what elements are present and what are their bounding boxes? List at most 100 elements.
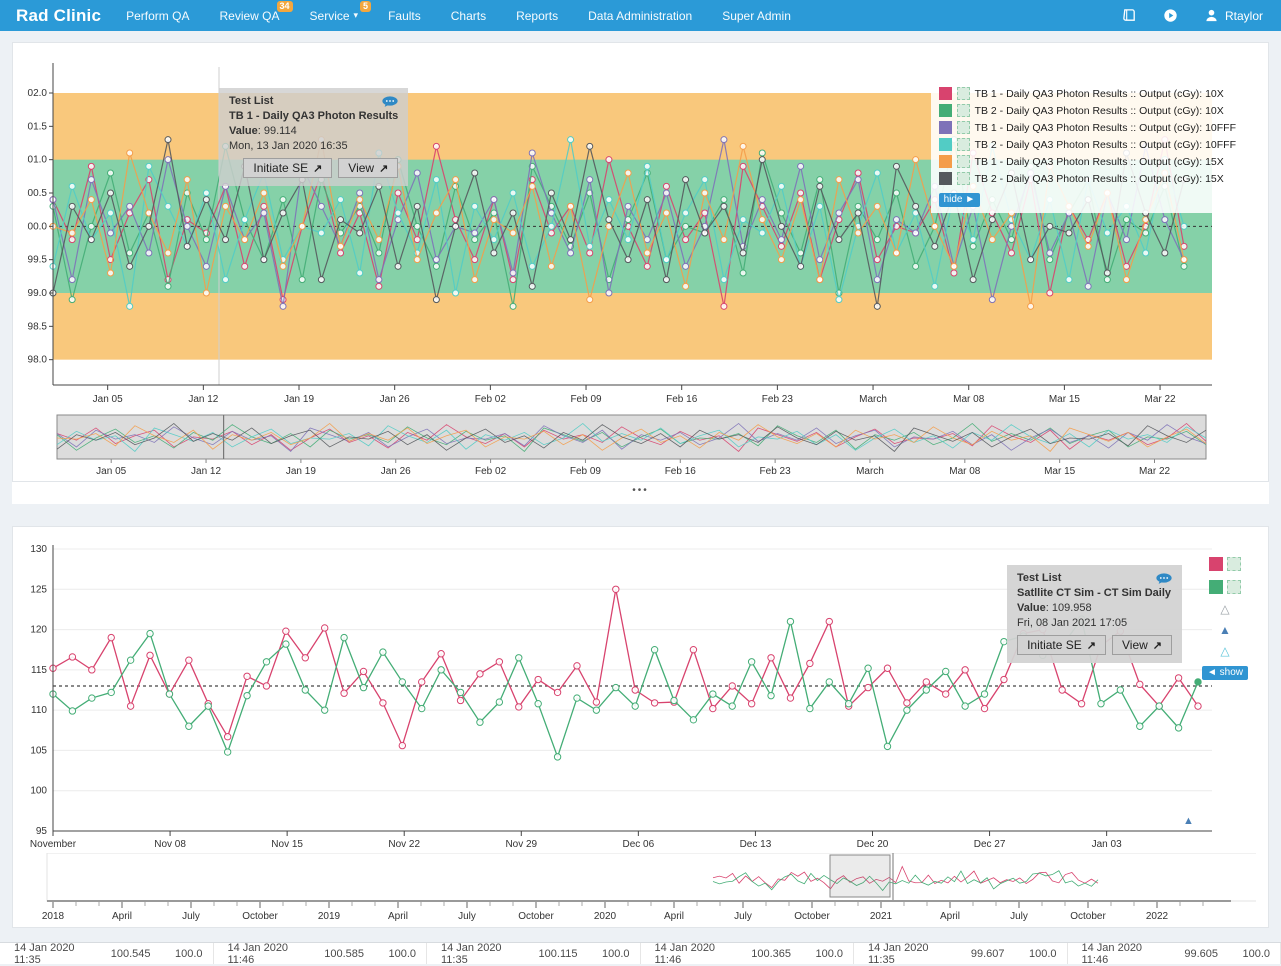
ticker-ref-value: 100.0 [791, 948, 843, 960]
series-color-swatch [1209, 580, 1223, 594]
main-menu: Perform QAReview QA34Service▾5FaultsChar… [111, 0, 806, 31]
ticker-datetime: 14 Jan 2020 11:35 [868, 942, 943, 966]
app-brand[interactable]: Rad Clinic [10, 6, 111, 26]
svg-text:Feb 23: Feb 23 [762, 394, 794, 405]
chart1-legend: TB 1 - Daily QA3 Photon Results :: Outpu… [931, 81, 1244, 213]
ticker-value: 100.365 [729, 948, 791, 960]
tolerance-swatch [957, 172, 970, 185]
svg-text:115: 115 [31, 665, 47, 676]
chart2-legend-collapsed: △ ▲ △ ◄ show [1202, 557, 1248, 680]
svg-text:2022: 2022 [1146, 911, 1169, 922]
svg-text:Feb 09: Feb 09 [570, 466, 602, 477]
qa-chart-1-navigator[interactable]: Jan 05Jan 12Jan 19Jan 26Feb 02Feb 09Feb … [27, 413, 1256, 477]
view-button[interactable]: View↗ [1112, 635, 1172, 655]
series-color-swatch [1209, 557, 1223, 571]
ticker-ref-value: 100.0 [1218, 948, 1270, 960]
nav-item-faults[interactable]: Faults [373, 0, 436, 31]
tolerance-swatch [957, 104, 970, 117]
ticker-result-cell[interactable]: 14 Jan 2020 11:46100.365100.0 [641, 943, 855, 964]
nav-item-service[interactable]: Service▾5 [295, 0, 374, 31]
triangle-marker-icon[interactable]: △ [1220, 645, 1229, 657]
play-circle-icon[interactable] [1163, 8, 1178, 23]
legend-item-collapsed[interactable] [1209, 580, 1241, 594]
series-color-swatch [939, 104, 952, 117]
nav-item-perform-qa[interactable]: Perform QA [111, 0, 204, 31]
legend-hide-button[interactable]: hide ► [939, 193, 981, 207]
svg-text:Jan 19: Jan 19 [286, 466, 316, 477]
view-button[interactable]: View↗ [338, 158, 398, 178]
nav-item-reports[interactable]: Reports [501, 0, 573, 31]
legend-label: TB 2 - Daily QA3 Photon Results :: Outpu… [975, 173, 1224, 185]
series-color-swatch [939, 87, 952, 100]
book-icon[interactable] [1122, 8, 1137, 23]
nav-item-super-admin[interactable]: Super Admin [707, 0, 806, 31]
legend-label: TB 1 - Daily QA3 Photon Results :: Outpu… [975, 122, 1236, 134]
legend-item[interactable]: TB 2 - Daily QA3 Photon Results :: Outpu… [939, 104, 1236, 117]
ticker-result-cell[interactable]: 14 Jan 2020 11:3599.607100.0 [854, 943, 1068, 964]
tooltip-test-name: TB 1 - Daily QA3 Photon Results [229, 110, 398, 122]
nav-item-review-qa[interactable]: Review QA34 [204, 0, 294, 31]
svg-text:Dec 13: Dec 13 [740, 839, 772, 849]
ticker-datetime: 14 Jan 2020 11:35 [14, 942, 89, 966]
svg-text:Mar 15: Mar 15 [1044, 466, 1076, 477]
svg-text:101.5: 101.5 [27, 121, 47, 132]
triangle-marker-icon[interactable]: ▲ [1219, 624, 1231, 636]
ticker-datetime: 14 Jan 2020 11:46 [1082, 942, 1157, 966]
tooltip-test-name: Satllite CT Sim - CT Sim Daily [1017, 587, 1172, 599]
svg-text:Jan 05: Jan 05 [96, 466, 126, 477]
comment-icon[interactable] [382, 96, 398, 107]
panel-resize-handle[interactable]: ••• [12, 482, 1269, 504]
legend-show-button[interactable]: ◄ show [1202, 666, 1248, 680]
legend-item[interactable]: TB 2 - Daily QA3 Photon Results :: Outpu… [939, 138, 1236, 151]
initiate-se-button[interactable]: Initiate SE↗ [1017, 635, 1106, 655]
qa-chart-2-navigator[interactable]: 2018AprilJulyOctober2019AprilJulyOctober… [27, 853, 1256, 923]
user-menu[interactable]: Rtaylor [1204, 8, 1263, 23]
ticker-result-cell[interactable]: 14 Jan 2020 11:46100.585100.0 [214, 943, 428, 964]
qa-trend-card-1: 102.0101.5101.0100.5100.099.599.098.598.… [12, 42, 1269, 482]
svg-text:Feb 09: Feb 09 [570, 394, 602, 405]
ticker-datetime: 14 Jan 2020 11:46 [655, 942, 730, 966]
legend-item-collapsed[interactable] [1209, 557, 1241, 571]
triangle-marker-icon[interactable]: △ [1220, 603, 1229, 615]
legend-item[interactable]: TB 1 - Daily QA3 Photon Results :: Outpu… [939, 121, 1236, 134]
svg-text:April: April [940, 911, 960, 922]
svg-text:100.5: 100.5 [27, 188, 47, 199]
svg-text:November: November [30, 839, 77, 849]
tooltip-title: Test List [1017, 572, 1061, 584]
initiate-se-button[interactable]: Initiate SE↗ [243, 158, 332, 178]
ticker-datetime: 14 Jan 2020 11:35 [441, 942, 516, 966]
results-ticker-bar: 14 Jan 2020 11:35100.545100.014 Jan 2020… [0, 942, 1281, 964]
legend-item[interactable]: TB 1 - Daily QA3 Photon Results :: Outpu… [939, 87, 1236, 100]
scroll-corner-triangle-icon[interactable]: ▲ [1183, 815, 1194, 827]
ticker-ref-value: 100.0 [151, 948, 203, 960]
svg-text:Feb 16: Feb 16 [665, 466, 697, 477]
tolerance-swatch [1227, 557, 1241, 571]
ticker-result-cell[interactable]: 14 Jan 2020 11:35100.115100.0 [427, 943, 641, 964]
legend-item[interactable]: TB 2 - Daily QA3 Photon Results :: Outpu… [939, 172, 1236, 185]
series-color-swatch [939, 121, 952, 134]
nav-item-data-administration[interactable]: Data Administration [573, 0, 707, 31]
svg-text:Feb 23: Feb 23 [760, 466, 792, 477]
svg-text:98.0: 98.0 [28, 355, 48, 366]
navbar-right: Rtaylor [1122, 8, 1271, 23]
legend-item[interactable]: TB 1 - Daily QA3 Photon Results :: Outpu… [939, 155, 1236, 168]
ticker-value: 100.115 [516, 948, 578, 960]
svg-text:April: April [112, 911, 132, 922]
legend-label: TB 2 - Daily QA3 Photon Results :: Outpu… [975, 105, 1224, 117]
ticker-result-cell[interactable]: 14 Jan 2020 11:35100.545100.0 [0, 943, 214, 964]
comment-icon[interactable] [1156, 573, 1172, 584]
svg-text:July: July [182, 911, 200, 922]
ticker-result-cell[interactable]: 14 Jan 2020 11:4699.605100.0 [1068, 943, 1281, 964]
nav-item-charts[interactable]: Charts [436, 0, 501, 31]
svg-text:130: 130 [30, 544, 47, 555]
svg-text:Jan 19: Jan 19 [284, 394, 314, 405]
svg-text:Feb 16: Feb 16 [666, 394, 698, 405]
svg-text:Nov 08: Nov 08 [154, 839, 186, 849]
svg-text:April: April [664, 911, 684, 922]
svg-text:October: October [1070, 911, 1106, 922]
open-icon: ↗ [379, 162, 388, 175]
svg-text:Dec 27: Dec 27 [974, 839, 1006, 849]
svg-text:110: 110 [31, 705, 47, 716]
svg-text:125: 125 [30, 584, 47, 595]
svg-text:95: 95 [36, 826, 48, 837]
